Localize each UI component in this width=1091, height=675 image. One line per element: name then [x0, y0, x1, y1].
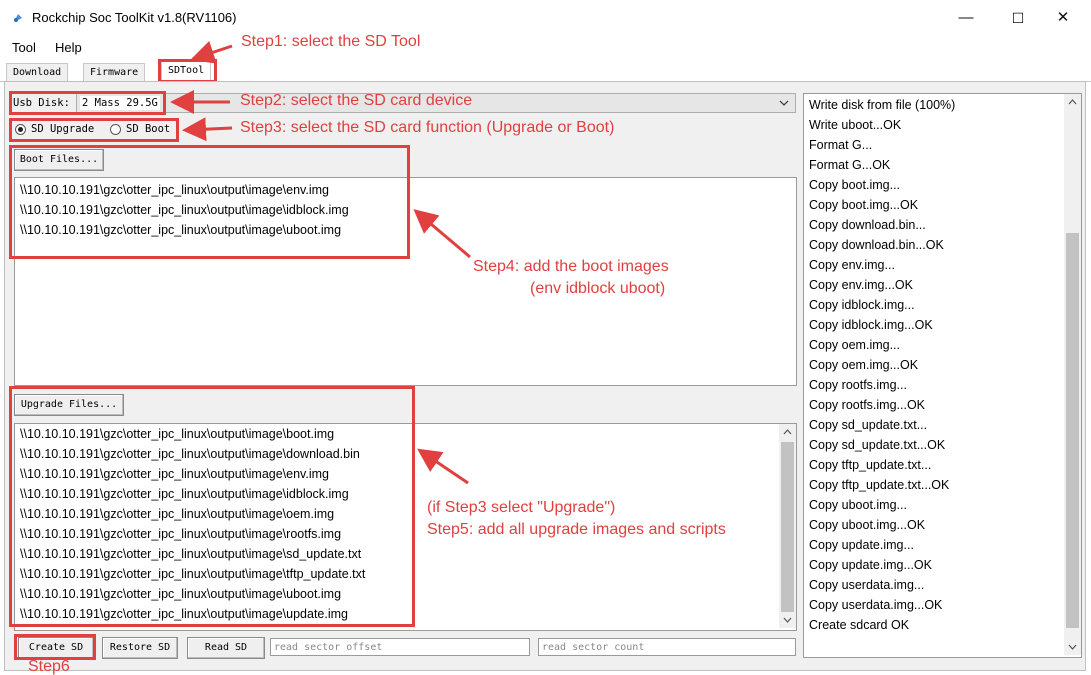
annotation-step2: Step2: select the SD card device — [240, 92, 473, 109]
annotation-step4-line1: Step4: add the boot images — [473, 258, 669, 275]
annotation-step1: Step1: select the SD Tool — [241, 33, 421, 50]
arrow-step4 — [413, 209, 471, 259]
arrow-step5 — [417, 448, 469, 485]
annotation-arrows — [170, 40, 471, 485]
arrow-step3 — [182, 117, 233, 142]
annotation-step3: Step3: select the SD card function (Upgr… — [240, 119, 615, 136]
annotation-step6: Step6 — [28, 658, 70, 675]
annotation-step4-line2: (env idblock uboot) — [530, 280, 666, 297]
annotation-step5-line1: (if Step3 select "Upgrade") — [427, 499, 616, 516]
annotation-step5-line2: Step5: add all upgrade images and script… — [427, 521, 726, 538]
arrow-step1 — [190, 40, 233, 64]
